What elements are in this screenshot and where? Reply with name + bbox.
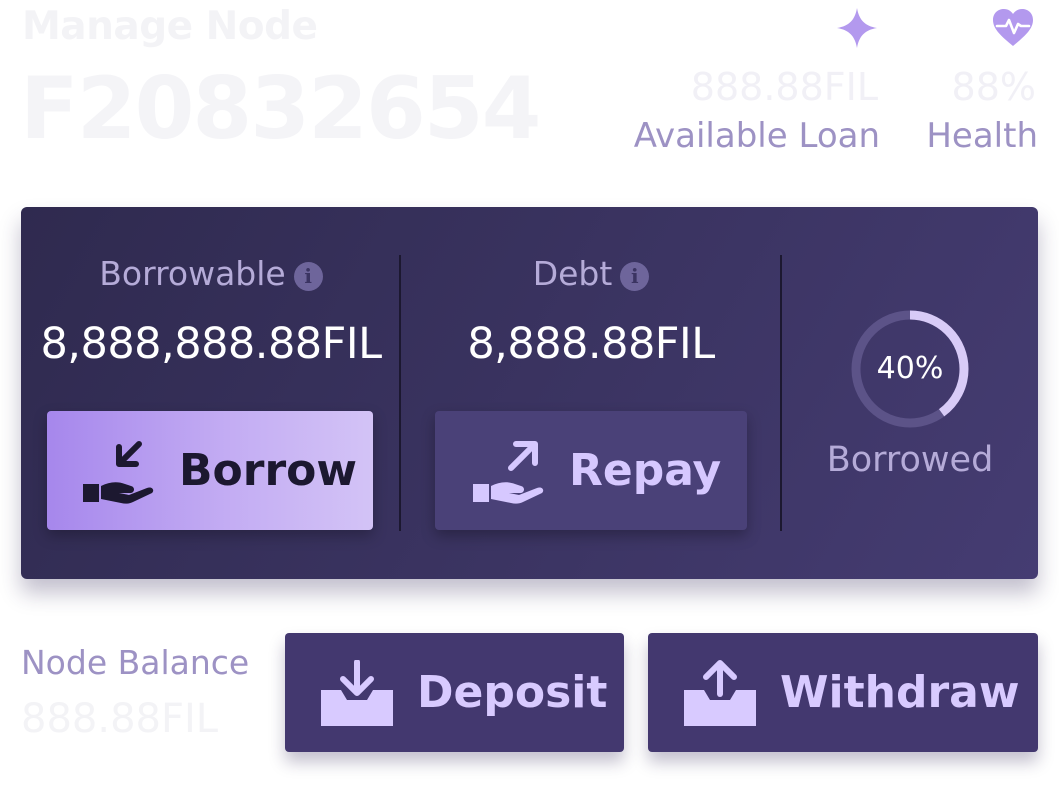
borrowed-label: Borrowed xyxy=(826,440,994,480)
deposit-button-label: Deposit xyxy=(417,667,608,718)
debt-value: 8,888.88FIL xyxy=(467,319,715,369)
deposit-button[interactable]: Deposit xyxy=(285,633,624,752)
info-icon[interactable]: i xyxy=(620,262,650,291)
health-stat: 88% Health xyxy=(925,6,1040,156)
borrowable-title-row: Borrowable i xyxy=(21,257,401,291)
sparkle-icon xyxy=(837,8,877,48)
available-loan-stat: 888.88FIL Available Loan xyxy=(634,6,882,156)
hand-receive-icon xyxy=(83,440,154,504)
withdraw-button[interactable]: Withdraw xyxy=(648,633,1038,752)
node-balance-value: 888.88FIL xyxy=(21,696,219,742)
borrow-button[interactable]: Borrow xyxy=(47,411,373,530)
card-divider xyxy=(780,255,782,531)
health-label: Health xyxy=(926,116,1038,156)
tray-download-icon xyxy=(321,659,393,726)
info-icon[interactable]: i xyxy=(293,262,323,291)
borrowed-percent: 40% xyxy=(876,351,944,386)
hand-give-icon xyxy=(473,440,544,504)
withdraw-button-label: Withdraw xyxy=(780,667,1020,718)
borrowable-title: Borrowable xyxy=(99,254,286,293)
node-id-title: F20832654 xyxy=(20,59,541,159)
tray-upload-icon xyxy=(684,659,756,726)
borrowed-gauge: 40% xyxy=(850,309,970,429)
available-loan-label: Available Loan xyxy=(633,116,880,156)
borrowable-value: 8,888,888.88FIL xyxy=(40,319,382,369)
borrow-button-label: Borrow xyxy=(179,445,358,496)
debt-title-row: Debt i xyxy=(401,257,781,291)
repay-button[interactable]: Repay xyxy=(435,411,747,530)
page-subtitle: Manage Node xyxy=(22,4,318,49)
debt-title: Debt xyxy=(532,254,613,293)
repay-button-label: Repay xyxy=(569,445,722,496)
node-balance-label: Node Balance xyxy=(21,643,250,682)
health-value: 88% xyxy=(951,65,1036,109)
heart-pulse-icon xyxy=(993,9,1033,46)
available-loan-value: 888.88FIL xyxy=(690,65,878,109)
